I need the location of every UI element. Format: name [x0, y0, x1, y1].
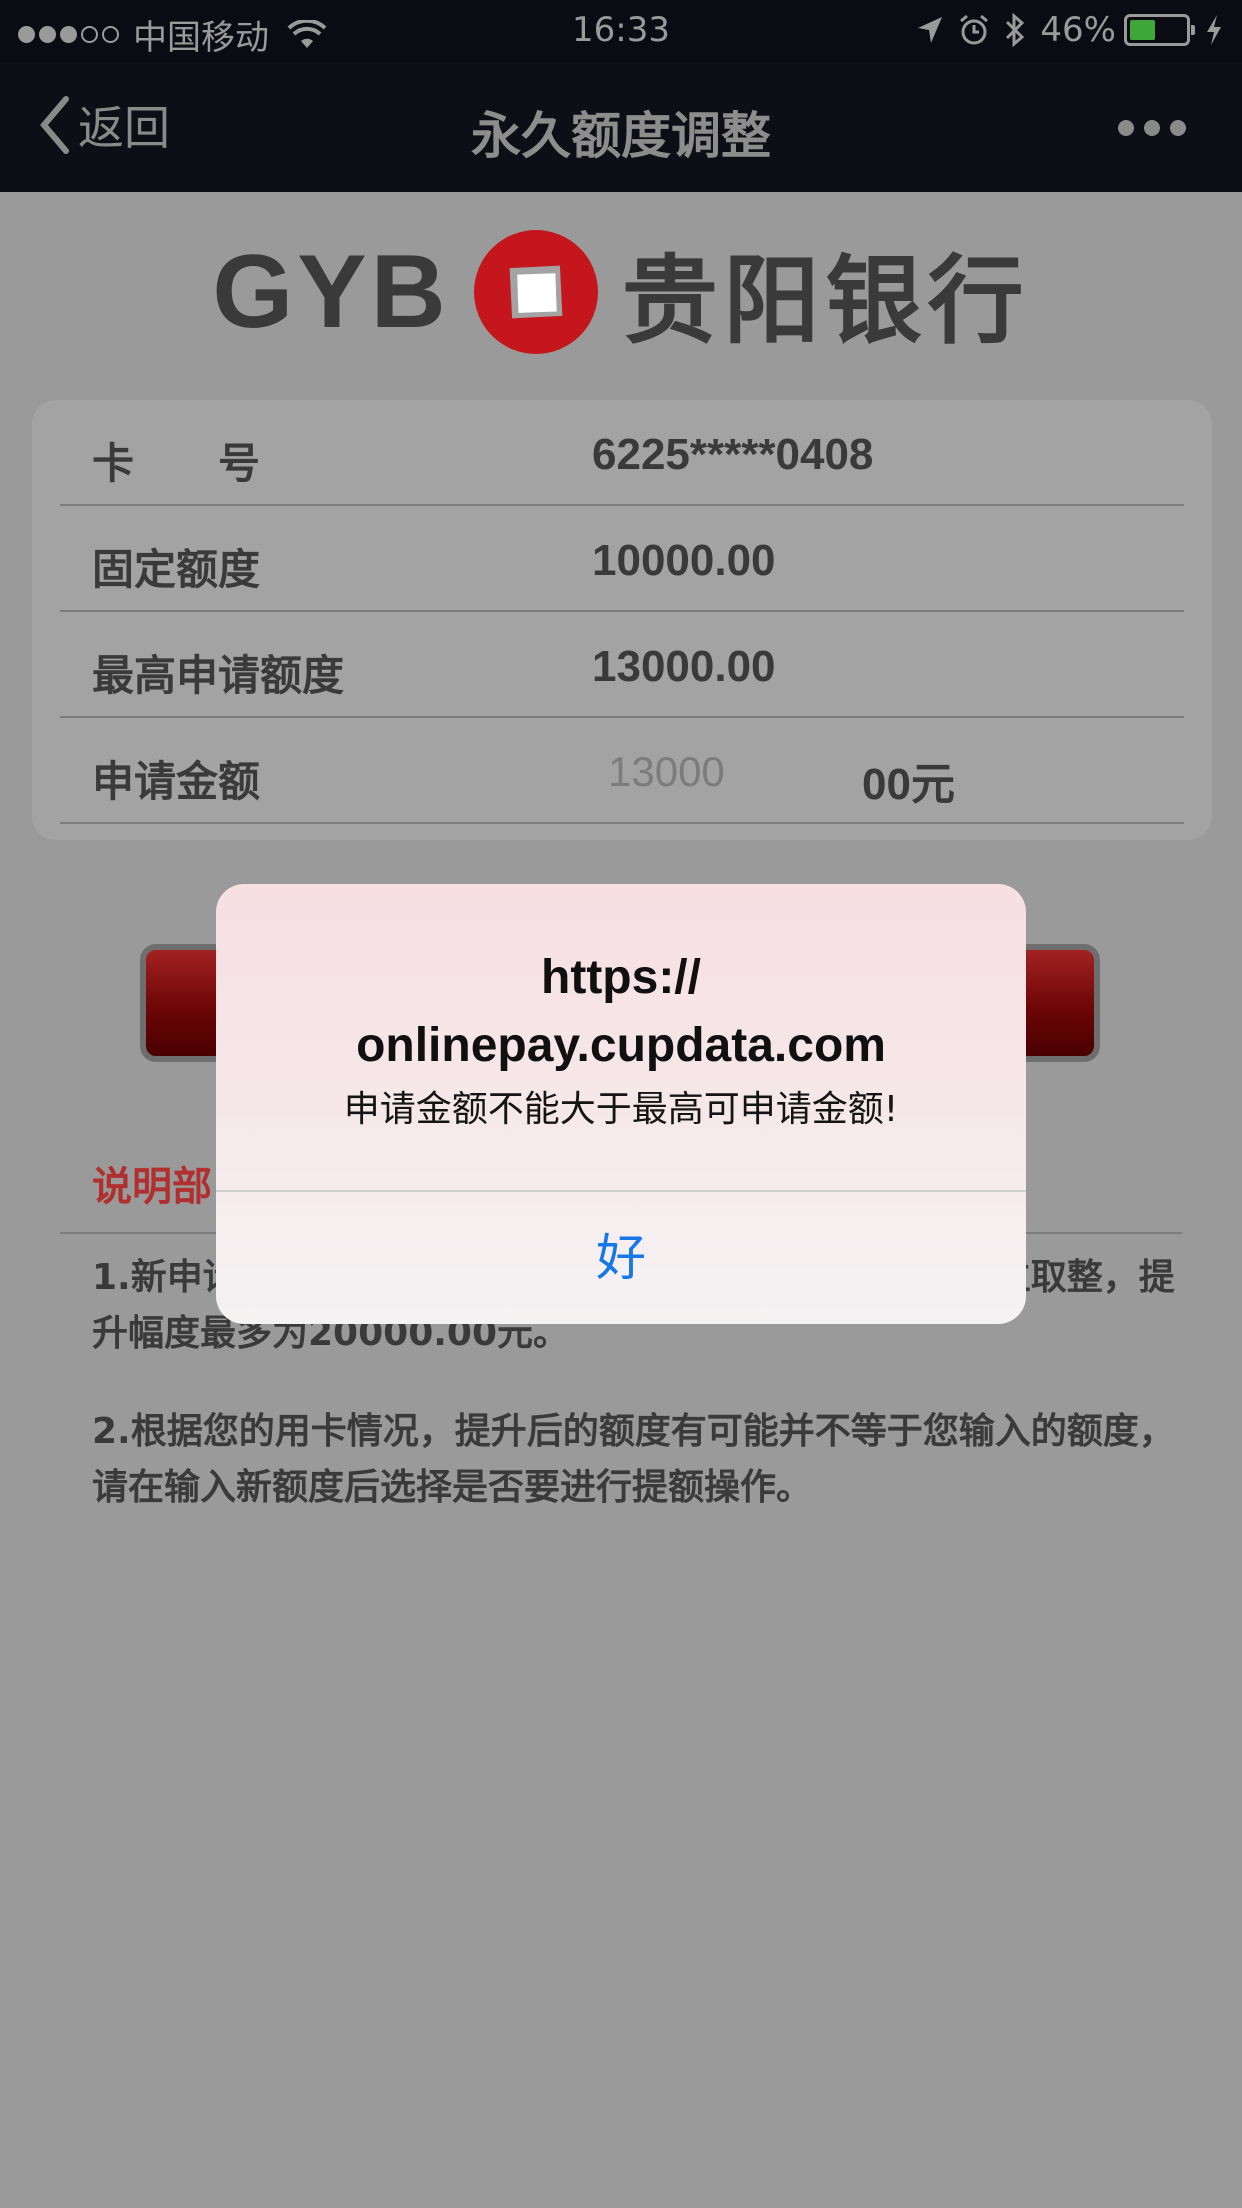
bank-logo-mark-icon: [473, 230, 598, 354]
alert-message: 申请金额不能大于最高可申请金额!: [343, 1089, 899, 1130]
apply-amount-row: 申请金额 13000 00元: [60, 718, 1184, 824]
logo-chinese-text: 贵阳银行: [621, 244, 1030, 357]
battery-fill: [1130, 20, 1155, 40]
alert-ok-button[interactable]: 好: [216, 1192, 1026, 1324]
apply-amount-input[interactable]: 13000: [608, 748, 725, 796]
bank-logo: GYB 贵阳银行: [0, 192, 1242, 392]
apply-amount-suffix: 00元: [862, 760, 955, 809]
logo-english-text: GYB: [212, 233, 450, 350]
battery-percentage: 46%: [1040, 10, 1116, 50]
card-number-row: 卡 号 6225*****0408: [60, 400, 1184, 506]
alert-title-line-1: https://: [541, 951, 701, 1004]
fixed-limit-value: 10000.00: [592, 536, 776, 585]
bluetooth-icon: [1006, 13, 1025, 47]
card-number-value: 6225*****0408: [592, 430, 874, 479]
more-options-button[interactable]: [1108, 120, 1186, 136]
max-limit-value: 13000.00: [592, 642, 776, 691]
fixed-limit-label: 固定额度: [92, 545, 261, 594]
alert-dialog: https:// onlinepay.cupdata.com 申请金额不能大于最…: [216, 884, 1026, 1324]
more-dot: [1144, 120, 1160, 136]
explanation-title: 说明部: [92, 1164, 212, 1210]
more-dot: [1170, 120, 1186, 136]
navigation-bar: 返回 永久额度调整: [0, 62, 1242, 192]
apply-amount-label: 申请金额: [92, 757, 261, 806]
battery-icon: [1124, 14, 1195, 46]
location-arrow-icon: [918, 17, 943, 43]
max-limit-label: 最高申请额度: [92, 651, 345, 700]
charging-bolt-icon: [1207, 15, 1221, 45]
alarm-icon: [960, 14, 989, 45]
fixed-limit-row: 固定额度 10000.00: [60, 506, 1184, 612]
alert-title: https:// onlinepay.cupdata.com: [216, 944, 1026, 1080]
explanation-note-2: 2.根据您的用卡情况，提升后的额度有可能并不等于您输入的额度，请在输入新额度后选…: [92, 1411, 1175, 1508]
status-bar: 中国移动 16:33 46%: [0, 0, 1242, 62]
max-limit-row: 最高申请额度 13000.00: [60, 612, 1184, 718]
card-info-panel: 卡 号 6225*****0408 固定额度 10000.00 最高申请额度 1…: [32, 400, 1212, 840]
page-title: 永久额度调整: [471, 107, 771, 165]
more-dot: [1118, 120, 1134, 136]
card-number-label: 卡 号: [92, 439, 261, 488]
alert-title-line-2: onlinepay.cupdata.com: [356, 1019, 886, 1072]
